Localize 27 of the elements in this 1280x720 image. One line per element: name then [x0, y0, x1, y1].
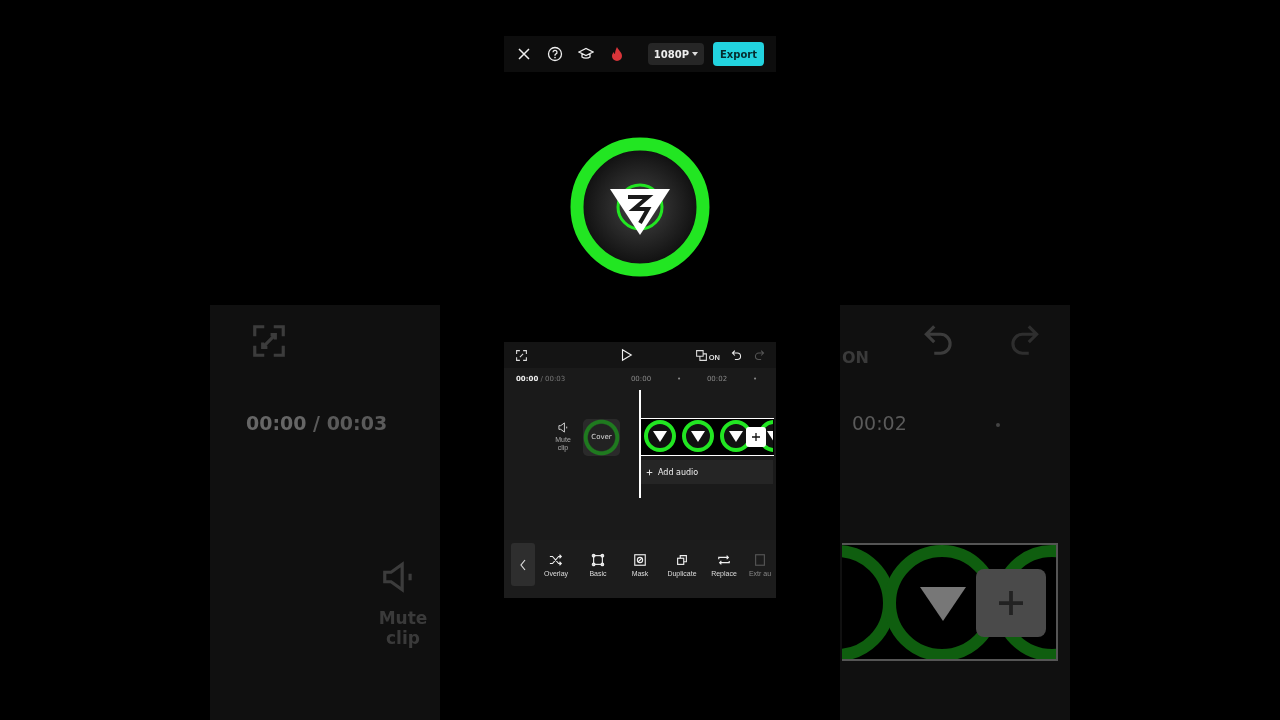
fullscreen-icon[interactable]: [515, 348, 528, 362]
play-icon[interactable]: [619, 348, 634, 362]
resolution-dropdown[interactable]: 1080P: [647, 43, 704, 65]
keyframe-icon: [694, 348, 708, 362]
undo-icon[interactable]: [730, 348, 743, 362]
speaker-icon: [557, 422, 569, 434]
plus-icon: [646, 468, 653, 476]
export-button[interactable]: Export: [712, 42, 764, 66]
time-readout: 00:00 / 00:03: [246, 412, 388, 434]
tool-icon: [717, 553, 731, 567]
tool-icon: [591, 553, 605, 567]
caret-icon: [691, 52, 698, 56]
help-icon[interactable]: [547, 46, 563, 62]
plus-icon: [996, 588, 1026, 618]
tool-icon: [549, 553, 563, 567]
flame-icon[interactable]: [609, 46, 625, 62]
close-icon[interactable]: [516, 46, 532, 62]
ruler-dot-icon: [996, 423, 1000, 427]
ruler-time: 00:02: [852, 412, 907, 434]
add-audio-button[interactable]: Add audio: [640, 460, 773, 484]
chevron-left-icon: [519, 558, 527, 571]
tool-icon: [675, 553, 689, 567]
tool-icon: [633, 553, 647, 567]
fullscreen-icon: [250, 322, 288, 360]
graduation-cap-icon[interactable]: [578, 46, 594, 62]
tool-icon: [753, 552, 767, 567]
plus-icon: [751, 432, 761, 442]
